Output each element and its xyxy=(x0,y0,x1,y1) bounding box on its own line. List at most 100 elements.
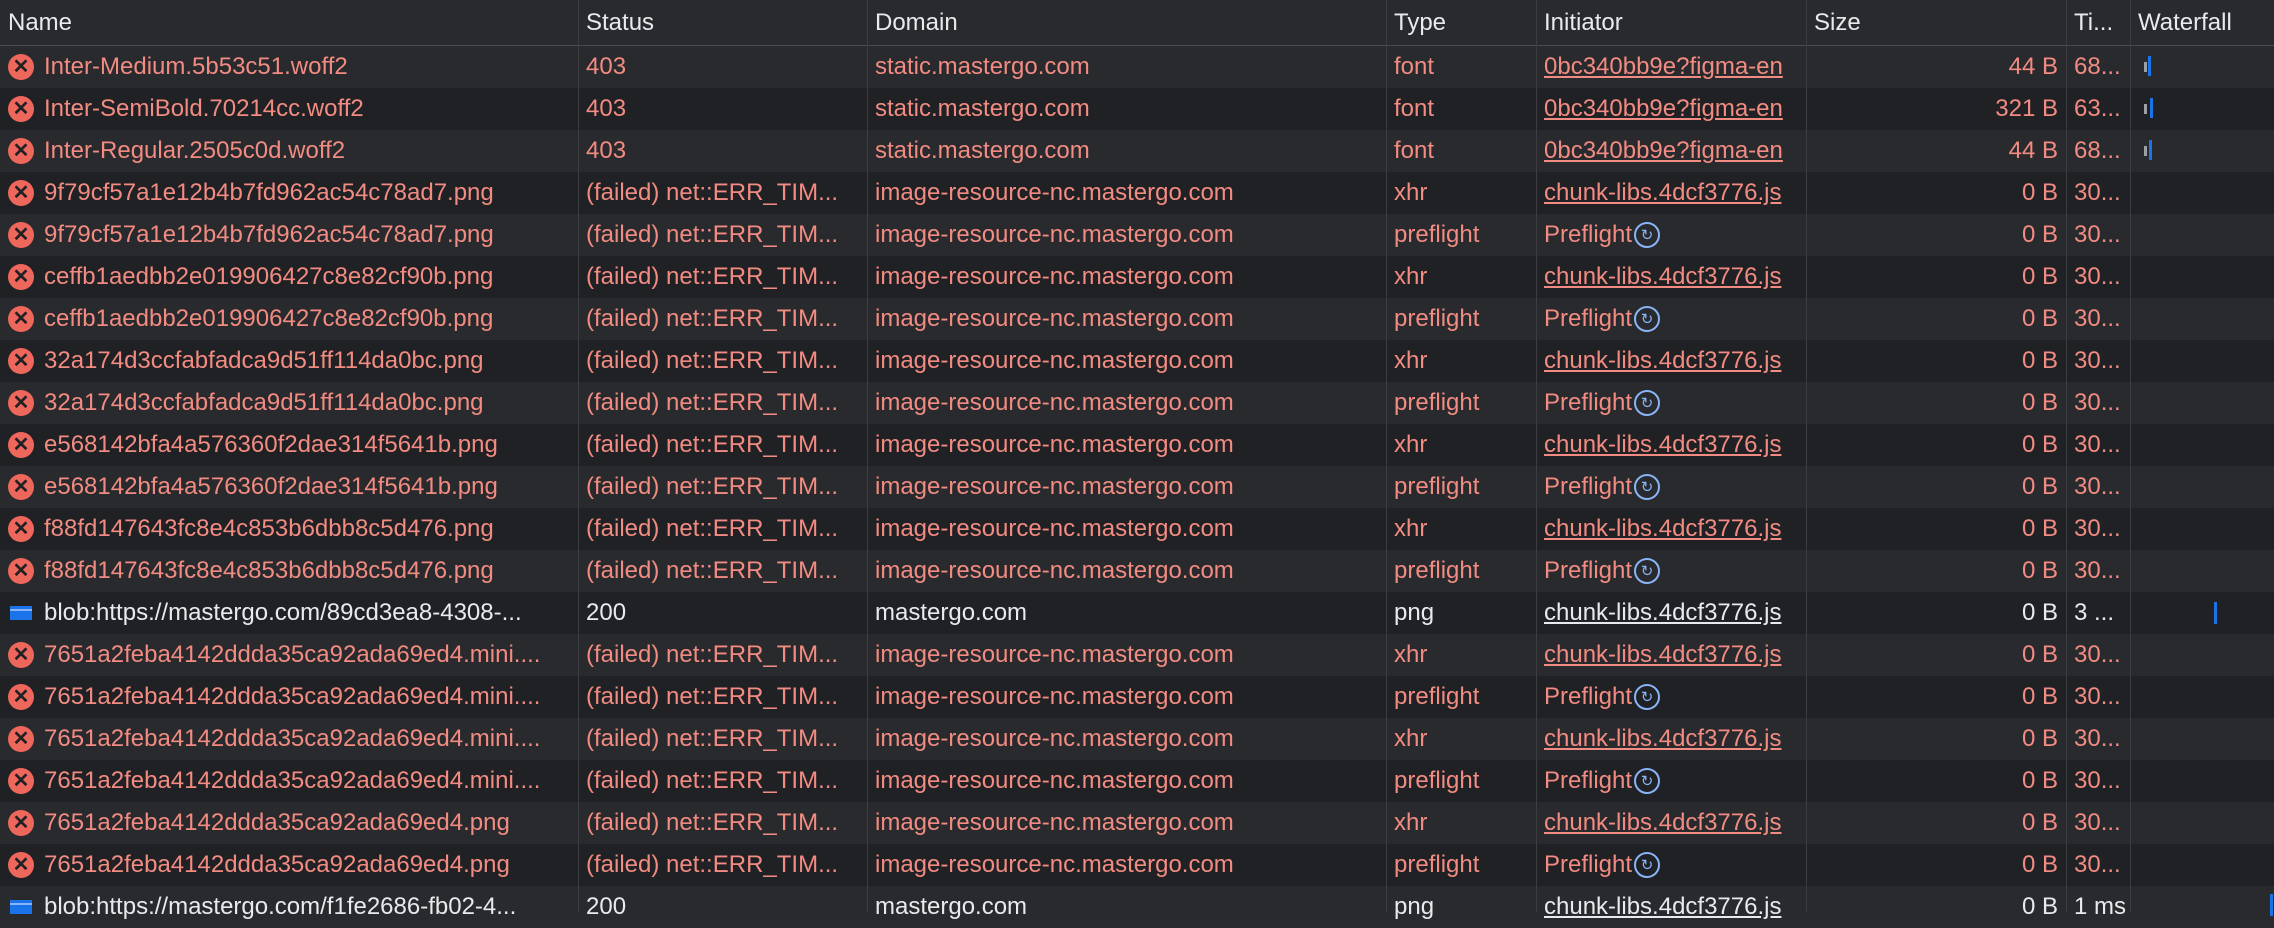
table-row[interactable]: ✕ 9f79cf57a1e12b4b7fd962ac54c78ad7.png (fa… xyxy=(0,214,2274,256)
preflight-redirect-icon[interactable]: ↻ xyxy=(1634,474,1661,500)
column-divider[interactable] xyxy=(1806,0,1807,912)
initiator-link[interactable]: chunk-libs.4dcf3776.js xyxy=(1544,263,1781,291)
column-divider[interactable] xyxy=(1386,0,1387,912)
column-header-initiator[interactable]: Initiator xyxy=(1536,0,1806,45)
request-waterfall[interactable] xyxy=(2130,550,2274,592)
request-name-cell[interactable]: ✕ 7651a2feba4142ddda35ca92ada69ed4.mini..… xyxy=(0,760,578,802)
column-divider[interactable] xyxy=(2130,0,2131,912)
column-header-domain[interactable]: Domain xyxy=(867,0,1386,45)
request-waterfall[interactable] xyxy=(2130,676,2274,718)
request-waterfall[interactable] xyxy=(2130,592,2274,634)
request-waterfall[interactable] xyxy=(2130,340,2274,382)
request-name-cell[interactable]: ✕ 9f79cf57a1e12b4b7fd962ac54c78ad7.png xyxy=(0,172,578,214)
request-waterfall[interactable] xyxy=(2130,214,2274,256)
table-row[interactable]: ✕ 7651a2feba4142ddda35ca92ada69ed4.mini..… xyxy=(0,760,2274,802)
preflight-redirect-icon[interactable]: ↻ xyxy=(1634,558,1661,584)
request-name-cell[interactable]: ✕ Inter-Regular.2505c0d.woff2 xyxy=(0,130,578,172)
request-name-cell[interactable]: ✕ e568142bfa4a576360f2dae314f5641b.png xyxy=(0,466,578,508)
request-name-cell[interactable]: ✕ f88fd147643fc8e4c853b6dbb8c5d476.png xyxy=(0,508,578,550)
initiator-link[interactable]: chunk-libs.4dcf3776.js xyxy=(1544,725,1781,753)
table-row[interactable]: ✕ 7651a2feba4142ddda35ca92ada69ed4.png (fa… xyxy=(0,844,2274,886)
request-name-cell[interactable]: blob:https://mastergo.com/f1fe2686-fb02-… xyxy=(0,886,578,928)
error-icon: ✕ xyxy=(8,54,34,80)
request-waterfall[interactable] xyxy=(2130,718,2274,760)
request-name-cell[interactable]: ✕ 7651a2feba4142ddda35ca92ada69ed4.png xyxy=(0,802,578,844)
preflight-redirect-icon[interactable]: ↻ xyxy=(1634,306,1661,332)
initiator-link[interactable]: 0bc340bb9e?figma-en xyxy=(1544,53,1783,81)
table-row[interactable]: ✕ 9f79cf57a1e12b4b7fd962ac54c78ad7.png (fa… xyxy=(0,172,2274,214)
request-waterfall[interactable] xyxy=(2130,634,2274,676)
table-row[interactable]: ✕ e568142bfa4a576360f2dae314f5641b.png (fa… xyxy=(0,466,2274,508)
request-name-cell[interactable]: blob:https://mastergo.com/89cd3ea8-4308-… xyxy=(0,592,578,634)
table-row[interactable]: ✕ ceffb1aedbb2e019906427c8e82cf90b.png (fa… xyxy=(0,298,2274,340)
table-row[interactable]: ✕ e568142bfa4a576360f2dae314f5641b.png (fa… xyxy=(0,424,2274,466)
request-name-cell[interactable]: ✕ 7651a2feba4142ddda35ca92ada69ed4.mini..… xyxy=(0,718,578,760)
request-name-cell[interactable]: ✕ 9f79cf57a1e12b4b7fd962ac54c78ad7.png xyxy=(0,214,578,256)
table-row[interactable]: ✕ f88fd147643fc8e4c853b6dbb8c5d476.png (fa… xyxy=(0,508,2274,550)
table-row[interactable]: ✕ 7651a2feba4142ddda35ca92ada69ed4.png (fa… xyxy=(0,802,2274,844)
preflight-redirect-icon[interactable]: ↻ xyxy=(1634,684,1661,710)
request-name-cell[interactable]: ✕ Inter-SemiBold.70214cc.woff2 xyxy=(0,88,578,130)
initiator-link[interactable]: chunk-libs.4dcf3776.js xyxy=(1544,515,1781,543)
table-row[interactable]: ✕ Inter-Regular.2505c0d.woff2 403 static.ma… xyxy=(0,130,2274,172)
request-name-cell[interactable]: ✕ f88fd147643fc8e4c853b6dbb8c5d476.png xyxy=(0,550,578,592)
table-row[interactable]: ✕ 32a174d3ccfabfadca9d51ff114da0bc.png (fa… xyxy=(0,340,2274,382)
initiator-link[interactable]: chunk-libs.4dcf3776.js xyxy=(1544,809,1781,837)
preflight-redirect-icon[interactable]: ↻ xyxy=(1634,390,1661,416)
initiator-link[interactable]: 0bc340bb9e?figma-en xyxy=(1544,137,1783,165)
table-row[interactable]: ✕ 7651a2feba4142ddda35ca92ada69ed4.mini..… xyxy=(0,634,2274,676)
request-name-cell[interactable]: ✕ 32a174d3ccfabfadca9d51ff114da0bc.png xyxy=(0,382,578,424)
request-waterfall[interactable] xyxy=(2130,466,2274,508)
initiator-link[interactable]: chunk-libs.4dcf3776.js xyxy=(1544,179,1781,207)
request-name-cell[interactable]: ✕ ceffb1aedbb2e019906427c8e82cf90b.png xyxy=(0,298,578,340)
request-waterfall[interactable] xyxy=(2130,508,2274,550)
column-divider[interactable] xyxy=(578,0,579,912)
table-row[interactable]: blob:https://mastergo.com/89cd3ea8-4308-… xyxy=(0,592,2274,634)
initiator-link[interactable]: chunk-libs.4dcf3776.js xyxy=(1544,431,1781,459)
request-name-cell[interactable]: ✕ 7651a2feba4142ddda35ca92ada69ed4.png xyxy=(0,844,578,886)
request-waterfall[interactable] xyxy=(2130,424,2274,466)
request-waterfall[interactable] xyxy=(2130,760,2274,802)
column-header-type[interactable]: Type xyxy=(1386,0,1536,45)
column-header-size[interactable]: Size xyxy=(1806,0,2066,45)
preflight-redirect-icon[interactable]: ↻ xyxy=(1634,222,1661,248)
request-waterfall[interactable] xyxy=(2130,886,2274,928)
preflight-redirect-icon[interactable]: ↻ xyxy=(1634,852,1661,878)
column-divider[interactable] xyxy=(2066,0,2067,912)
request-waterfall[interactable] xyxy=(2130,298,2274,340)
table-row[interactable]: ✕ Inter-SemiBold.70214cc.woff2 403 static.m… xyxy=(0,88,2274,130)
table-row[interactable]: ✕ 7651a2feba4142ddda35ca92ada69ed4.mini..… xyxy=(0,718,2274,760)
request-waterfall[interactable] xyxy=(2130,88,2274,130)
column-divider[interactable] xyxy=(1536,0,1537,912)
preflight-redirect-icon[interactable]: ↻ xyxy=(1634,768,1661,794)
table-row[interactable]: blob:https://mastergo.com/f1fe2686-fb02-… xyxy=(0,886,2274,928)
column-header-status[interactable]: Status xyxy=(578,0,867,45)
column-header-time[interactable]: Ti... xyxy=(2066,0,2130,45)
initiator-link[interactable]: 0bc340bb9e?figma-en xyxy=(1544,95,1783,123)
request-name-cell[interactable]: ✕ Inter-Medium.5b53c51.woff2 xyxy=(0,46,578,88)
request-waterfall[interactable] xyxy=(2130,130,2274,172)
request-name-cell[interactable]: ✕ e568142bfa4a576360f2dae314f5641b.png xyxy=(0,424,578,466)
initiator-link[interactable]: chunk-libs.4dcf3776.js xyxy=(1544,347,1781,375)
request-name-cell[interactable]: ✕ ceffb1aedbb2e019906427c8e82cf90b.png xyxy=(0,256,578,298)
column-divider[interactable] xyxy=(867,0,868,912)
table-row[interactable]: ✕ 7651a2feba4142ddda35ca92ada69ed4.mini..… xyxy=(0,676,2274,718)
request-name-cell[interactable]: ✕ 7651a2feba4142ddda35ca92ada69ed4.mini..… xyxy=(0,634,578,676)
request-waterfall[interactable] xyxy=(2130,172,2274,214)
column-header-waterfall[interactable]: Waterfall xyxy=(2130,0,2274,45)
request-waterfall[interactable] xyxy=(2130,382,2274,424)
request-waterfall[interactable] xyxy=(2130,844,2274,886)
table-row[interactable]: ✕ ceffb1aedbb2e019906427c8e82cf90b.png (fa… xyxy=(0,256,2274,298)
initiator-link[interactable]: chunk-libs.4dcf3776.js xyxy=(1544,641,1781,669)
request-name-cell[interactable]: ✕ 32a174d3ccfabfadca9d51ff114da0bc.png xyxy=(0,340,578,382)
table-row[interactable]: ✕ 32a174d3ccfabfadca9d51ff114da0bc.png (fa… xyxy=(0,382,2274,424)
request-waterfall[interactable] xyxy=(2130,256,2274,298)
initiator-link[interactable]: chunk-libs.4dcf3776.js xyxy=(1544,599,1781,627)
request-waterfall[interactable] xyxy=(2130,802,2274,844)
request-waterfall[interactable] xyxy=(2130,46,2274,88)
table-row[interactable]: ✕ Inter-Medium.5b53c51.woff2 403 static.mas… xyxy=(0,46,2274,88)
initiator-link[interactable]: chunk-libs.4dcf3776.js xyxy=(1544,893,1781,921)
table-row[interactable]: ✕ f88fd147643fc8e4c853b6dbb8c5d476.png (fa… xyxy=(0,550,2274,592)
request-name-cell[interactable]: ✕ 7651a2feba4142ddda35ca92ada69ed4.mini..… xyxy=(0,676,578,718)
column-header-name[interactable]: Name xyxy=(0,0,578,45)
